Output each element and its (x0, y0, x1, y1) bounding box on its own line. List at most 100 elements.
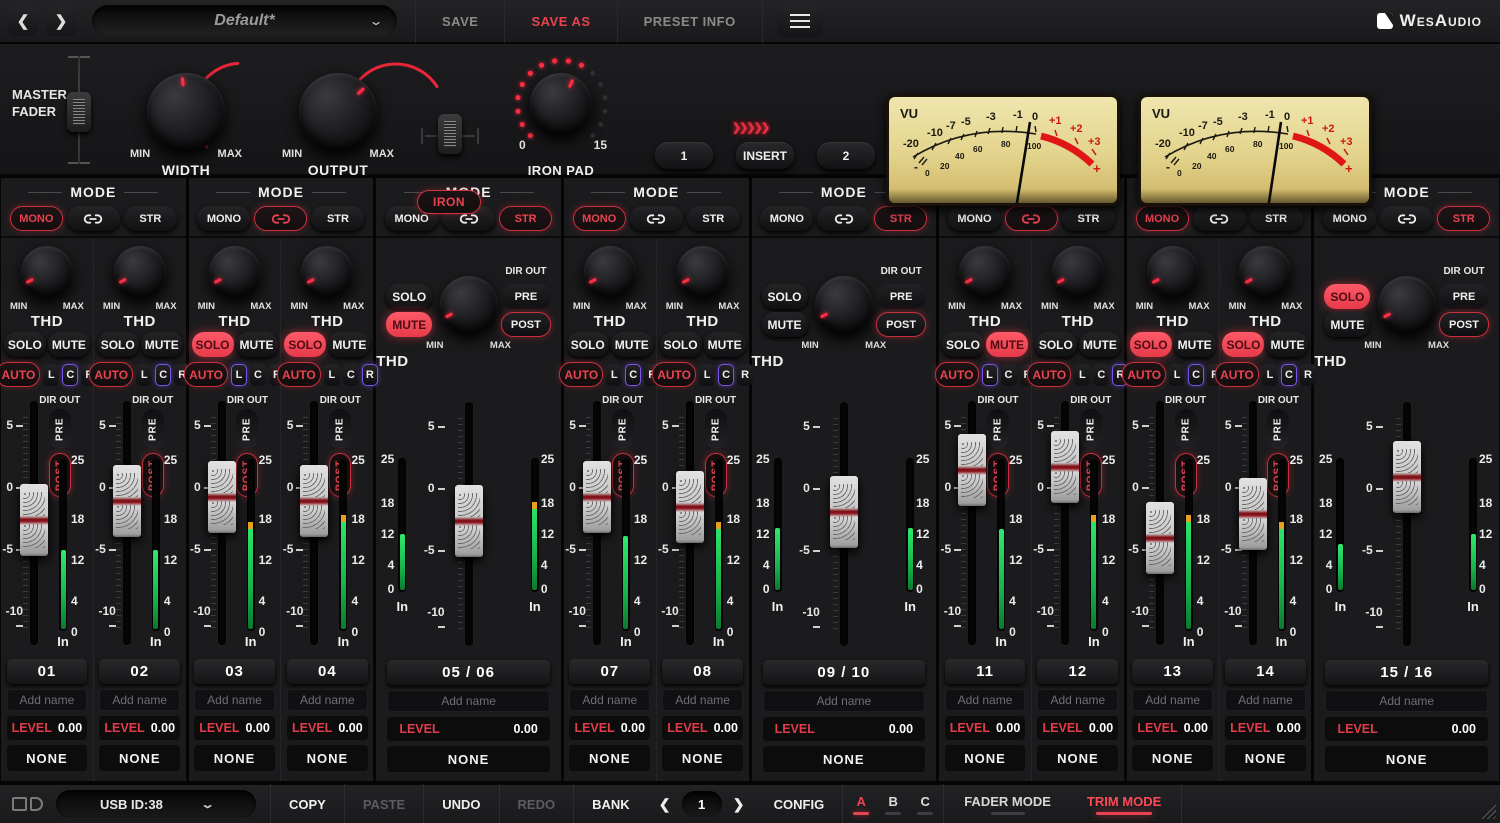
output-knob[interactable] (299, 73, 377, 151)
pan-left-button[interactable]: L (699, 364, 715, 386)
solo-button[interactable]: SOLO (1130, 332, 1172, 357)
pan-center-button[interactable]: C (155, 364, 171, 386)
mode-mono-button[interactable]: MONO (10, 206, 63, 231)
mode-str-button[interactable]: STR (1250, 206, 1303, 231)
mode-mono-button[interactable]: MONO (573, 206, 626, 231)
save-button[interactable]: SAVE (415, 0, 504, 43)
level-display[interactable]: LEVEL0.00 (569, 716, 650, 740)
width-knob[interactable] (147, 73, 225, 151)
fader-track[interactable] (218, 401, 226, 645)
preset-prev-button[interactable]: ❮ (8, 6, 38, 36)
mute-button[interactable]: MUTE (986, 332, 1028, 357)
mode-mono-button[interactable]: MONO (1323, 206, 1376, 231)
pre-button[interactable]: PRE (1080, 409, 1102, 449)
mode-str-button[interactable]: STR (311, 206, 364, 231)
route-button[interactable]: NONE (99, 745, 180, 771)
layer-c-button[interactable]: C (909, 784, 941, 823)
mode-link-button[interactable] (1005, 206, 1058, 231)
level-display[interactable]: LEVEL0.00 (194, 716, 275, 740)
solo-button[interactable]: SOLO (1324, 284, 1370, 309)
level-display[interactable]: LEVEL0.00 (99, 716, 180, 740)
thd-knob[interactable] (209, 246, 261, 298)
mode-link-button[interactable] (630, 206, 683, 231)
pan-left-button[interactable]: L (1262, 364, 1278, 386)
fader-thumb[interactable] (583, 461, 611, 533)
pre-button[interactable]: PRE (987, 409, 1009, 449)
fader-track[interactable] (30, 401, 38, 645)
pan-center-button[interactable]: C (250, 364, 266, 386)
mute-button[interactable]: MUTE (328, 332, 370, 357)
pan-left-button[interactable]: L (43, 364, 59, 386)
mute-button[interactable]: MUTE (1079, 332, 1121, 357)
route-button[interactable]: NONE (763, 746, 925, 772)
usb-id-dropdown[interactable]: USB ID:38 ⌄ (56, 790, 256, 818)
solo-button[interactable]: SOLO (660, 332, 702, 357)
fader-track[interactable] (1403, 402, 1411, 646)
redo-button[interactable]: REDO (502, 784, 572, 823)
mute-button[interactable]: MUTE (704, 332, 746, 357)
solo-button[interactable]: SOLO (762, 284, 808, 309)
level-display[interactable]: LEVEL0.00 (662, 716, 743, 740)
post-button[interactable]: POST (1439, 312, 1489, 337)
mode-str-button[interactable]: STR (1062, 206, 1115, 231)
fader-thumb[interactable] (1239, 478, 1267, 550)
pre-button[interactable]: PRE (1267, 409, 1289, 449)
auto-button[interactable]: AUTO (1027, 362, 1071, 387)
resize-grip[interactable] (1478, 801, 1496, 819)
channel-name-input[interactable] (387, 690, 549, 712)
mute-button[interactable]: MUTE (611, 332, 653, 357)
mode-mono-button[interactable]: MONO (760, 206, 813, 231)
layer-a-button[interactable]: A (845, 784, 877, 823)
master-fader-slider[interactable] (66, 56, 92, 164)
solo-button[interactable]: SOLO (386, 284, 432, 309)
route-button[interactable]: NONE (387, 746, 549, 772)
post-button[interactable]: POST (876, 312, 926, 337)
pan-left-button[interactable]: L (1169, 364, 1185, 386)
pan-center-button[interactable]: C (1001, 364, 1017, 386)
copy-button[interactable]: COPY (273, 784, 342, 823)
channel-name-input[interactable] (763, 690, 925, 712)
iron-slider-thumb[interactable] (438, 114, 462, 154)
pan-left-button[interactable]: L (324, 364, 340, 386)
bank-next-button[interactable]: ❯ (726, 791, 752, 817)
route-button[interactable]: NONE (194, 745, 275, 771)
solo-button[interactable]: SOLO (1222, 332, 1264, 357)
route-button[interactable]: NONE (1225, 745, 1306, 771)
pan-left-button[interactable]: L (136, 364, 152, 386)
channel-name-input[interactable] (662, 689, 743, 711)
insert-2-button[interactable]: 2 (817, 142, 875, 169)
auto-button[interactable]: AUTO (559, 362, 603, 387)
channel-name-input[interactable] (194, 689, 275, 711)
mode-str-button[interactable]: STR (874, 206, 927, 231)
pan-left-button[interactable]: L (982, 364, 998, 386)
route-button[interactable]: NONE (1132, 745, 1213, 771)
mode-str-button[interactable]: STR (1437, 206, 1490, 231)
channel-name-input[interactable] (1325, 690, 1487, 712)
menu-button[interactable] (777, 5, 823, 37)
fader-track[interactable] (968, 401, 976, 645)
fader-track[interactable] (465, 402, 473, 646)
route-button[interactable]: NONE (662, 745, 743, 771)
solo-button[interactable]: SOLO (97, 332, 139, 357)
mode-str-button[interactable]: STR (124, 206, 177, 231)
mode-mono-button[interactable]: MONO (948, 206, 1001, 231)
level-display[interactable]: LEVEL0.00 (287, 716, 368, 740)
thd-knob[interactable] (1239, 246, 1291, 298)
paste-button[interactable]: PASTE (347, 784, 421, 823)
level-display[interactable]: LEVEL0.00 (7, 716, 88, 740)
solo-button[interactable]: SOLO (567, 332, 609, 357)
auto-button[interactable]: AUTO (652, 362, 696, 387)
fader-track[interactable] (593, 401, 601, 645)
mute-button[interactable]: MUTE (762, 312, 808, 337)
solo-button[interactable]: SOLO (4, 332, 46, 357)
channel-name-input[interactable] (1037, 689, 1118, 711)
mode-str-button[interactable]: STR (499, 206, 552, 231)
fader-thumb[interactable] (300, 465, 328, 537)
level-display[interactable]: LEVEL0.00 (945, 716, 1026, 740)
master-fader-thumb[interactable] (67, 92, 91, 132)
iron-pad-knob[interactable] (530, 73, 592, 135)
level-display[interactable]: LEVEL0.00 (1037, 716, 1118, 740)
fader-track[interactable] (123, 401, 131, 645)
mode-link-button[interactable] (817, 206, 870, 231)
mute-button[interactable]: MUTE (386, 312, 432, 337)
